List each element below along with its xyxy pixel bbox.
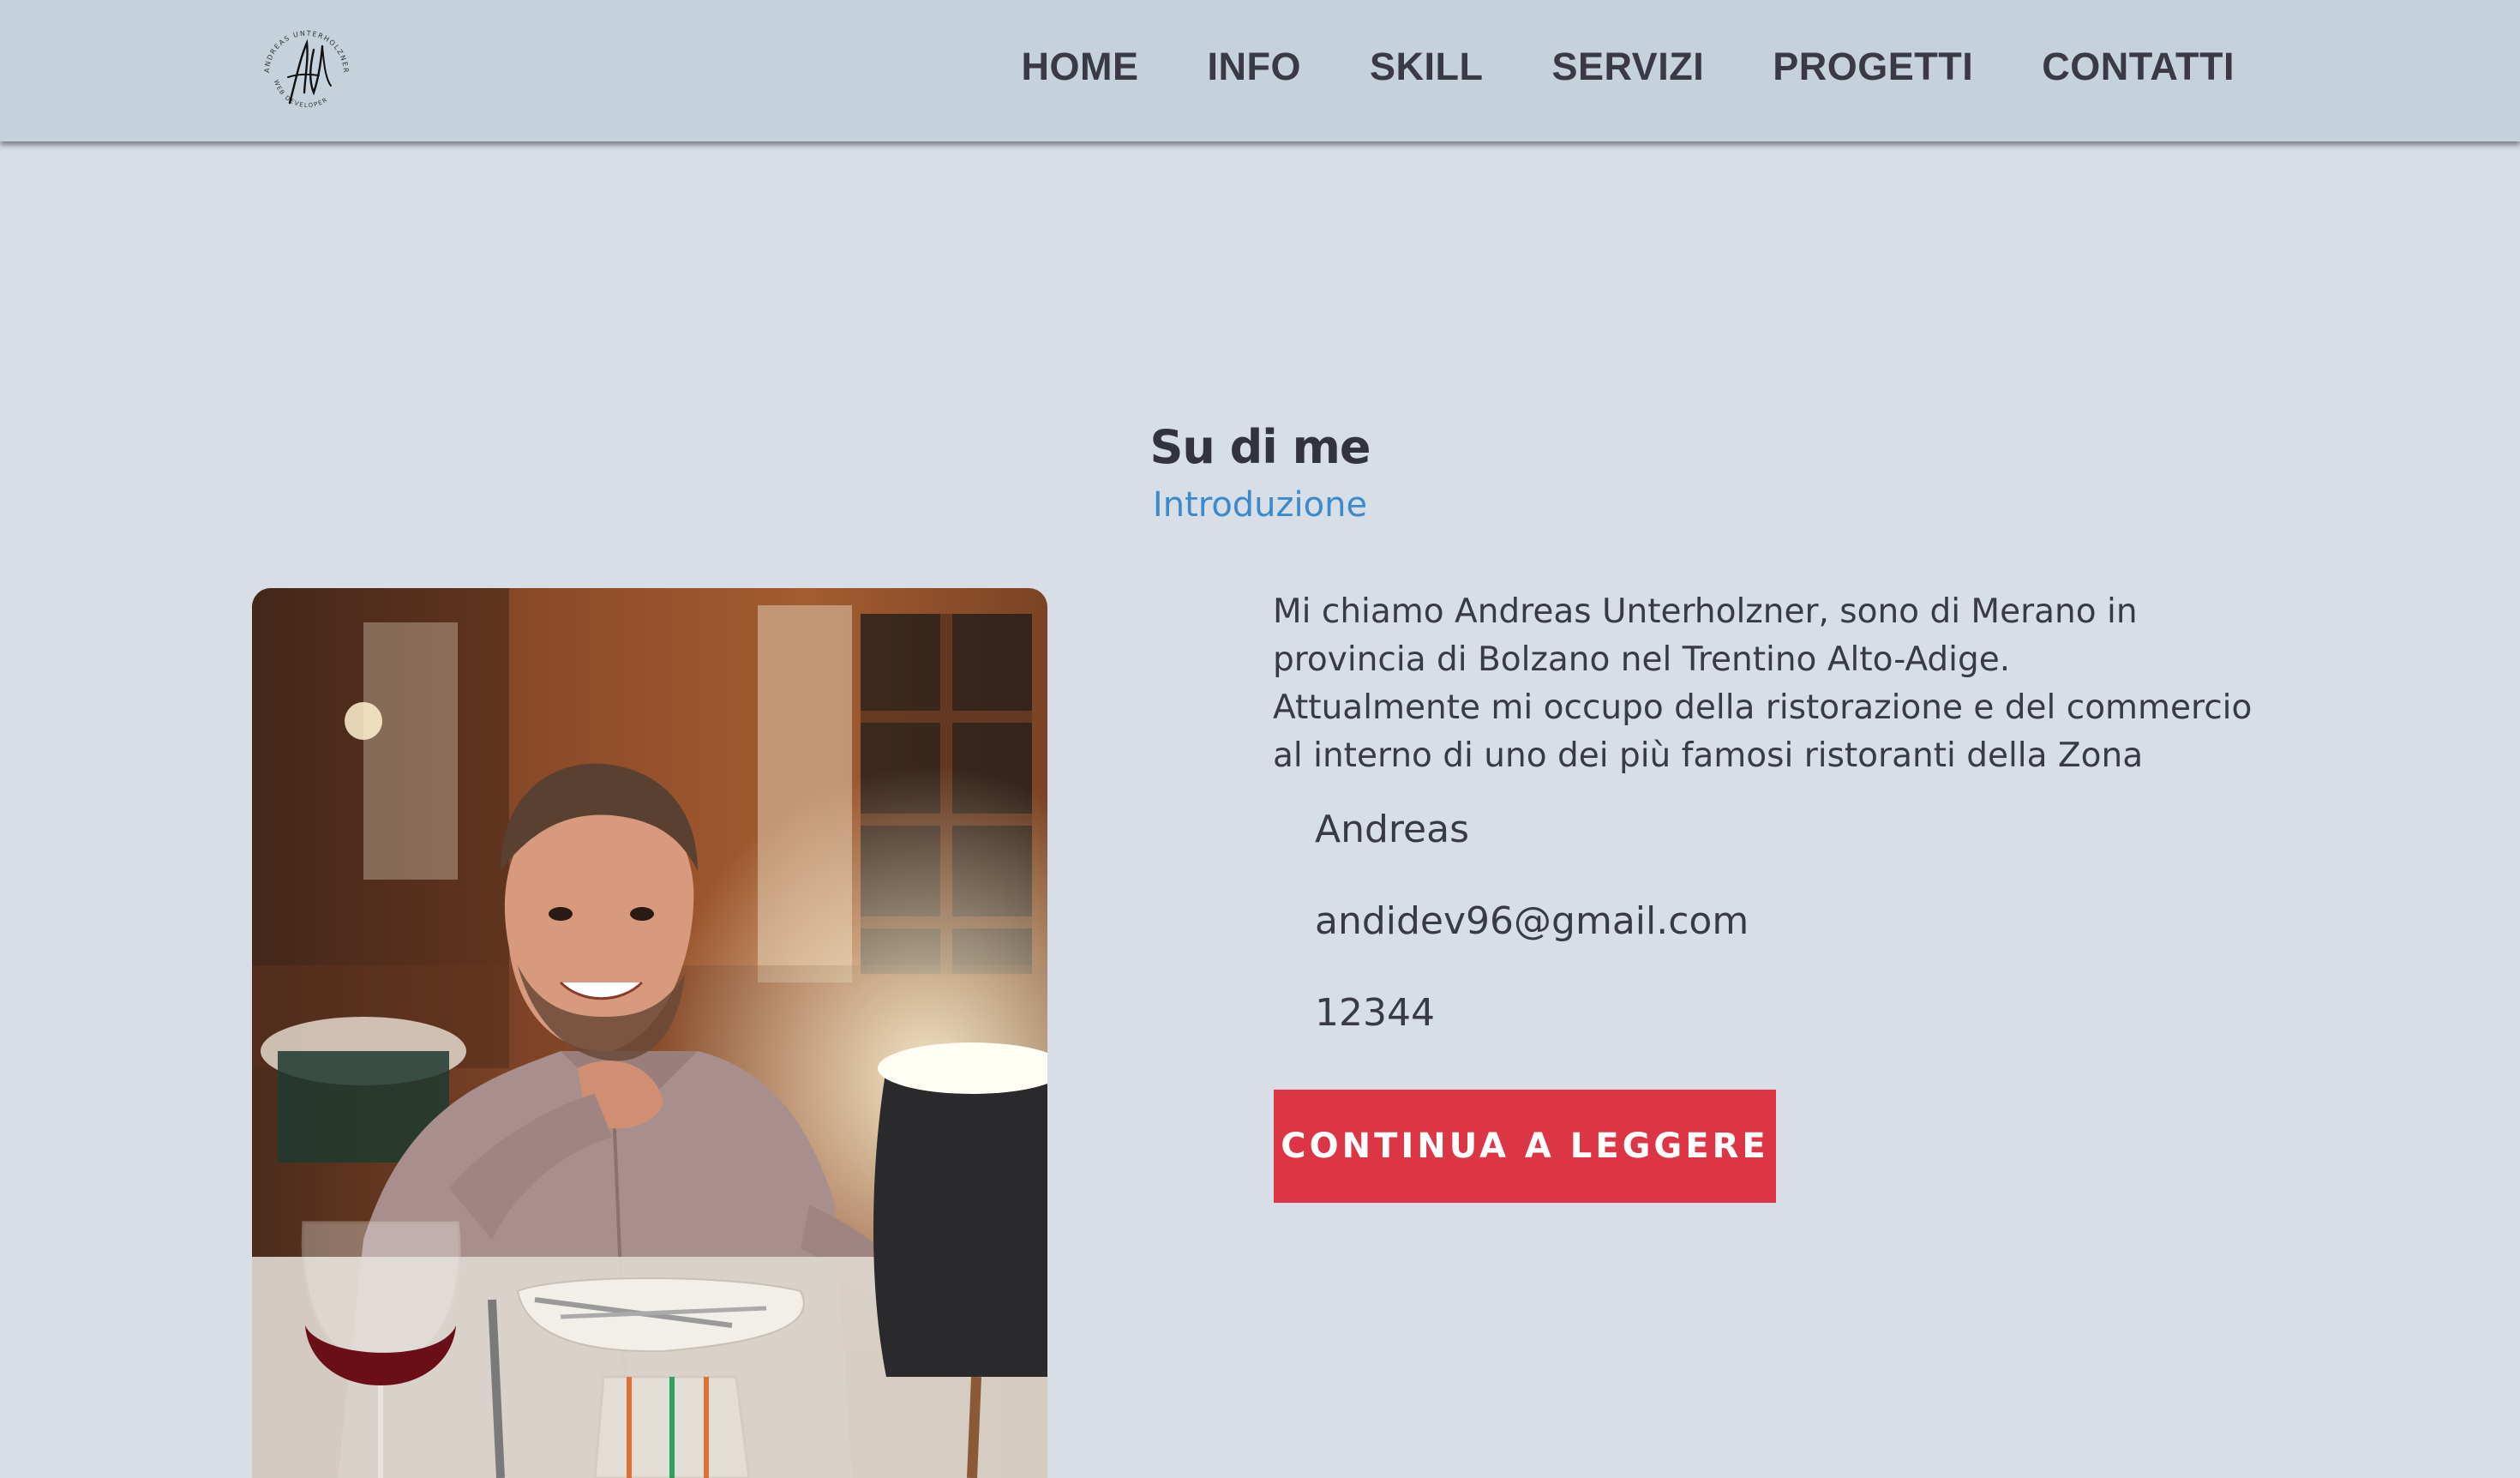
section-title: Su di me <box>1149 420 1371 474</box>
intro-paragraph-2: Attualmente mi occupo della ristorazione… <box>1273 688 2253 775</box>
nav-progetti[interactable]: PROGETTI <box>1773 41 1973 93</box>
nav-servizi[interactable]: SERVIZI <box>1551 41 1704 93</box>
intro-paragraph-1: Mi chiamo Andreas Unterholzner, sono di … <box>1273 592 2138 679</box>
info-email[interactable]: andidev96@gmail.com <box>1315 899 1749 943</box>
section-subtitle: Introduzione <box>1152 485 1368 525</box>
profile-photo <box>252 588 1047 1478</box>
nav-skill[interactable]: SKILL <box>1370 41 1484 93</box>
intro-text: Mi chiamo Andreas Unterholzner, sono di … <box>1273 588 2284 780</box>
main-nav: HOME INFO SKILL SERVIZI PROGETTI CONTATT… <box>1021 41 2235 93</box>
nav-contatti[interactable]: CONTATTI <box>2042 41 2235 93</box>
nav-info[interactable]: INFO <box>1207 41 1301 93</box>
signature-logo-icon[interactable]: ANDREAS UNTERHOLZNER WEB DEVELOPER <box>257 24 356 123</box>
info-name: Andreas <box>1315 808 1469 851</box>
nav-home[interactable]: HOME <box>1021 41 1138 93</box>
svg-text:WEB DEVELOPER: WEB DEVELOPER <box>273 79 329 109</box>
navbar: ANDREAS UNTERHOLZNER WEB DEVELOPER HOME … <box>0 0 2520 141</box>
read-more-button[interactable]: CONTINUA A LEGGERE <box>1274 1090 1776 1203</box>
info-phone: 12344 <box>1315 991 1435 1035</box>
logo-ring-bottom-text: WEB DEVELOPER <box>273 79 328 109</box>
